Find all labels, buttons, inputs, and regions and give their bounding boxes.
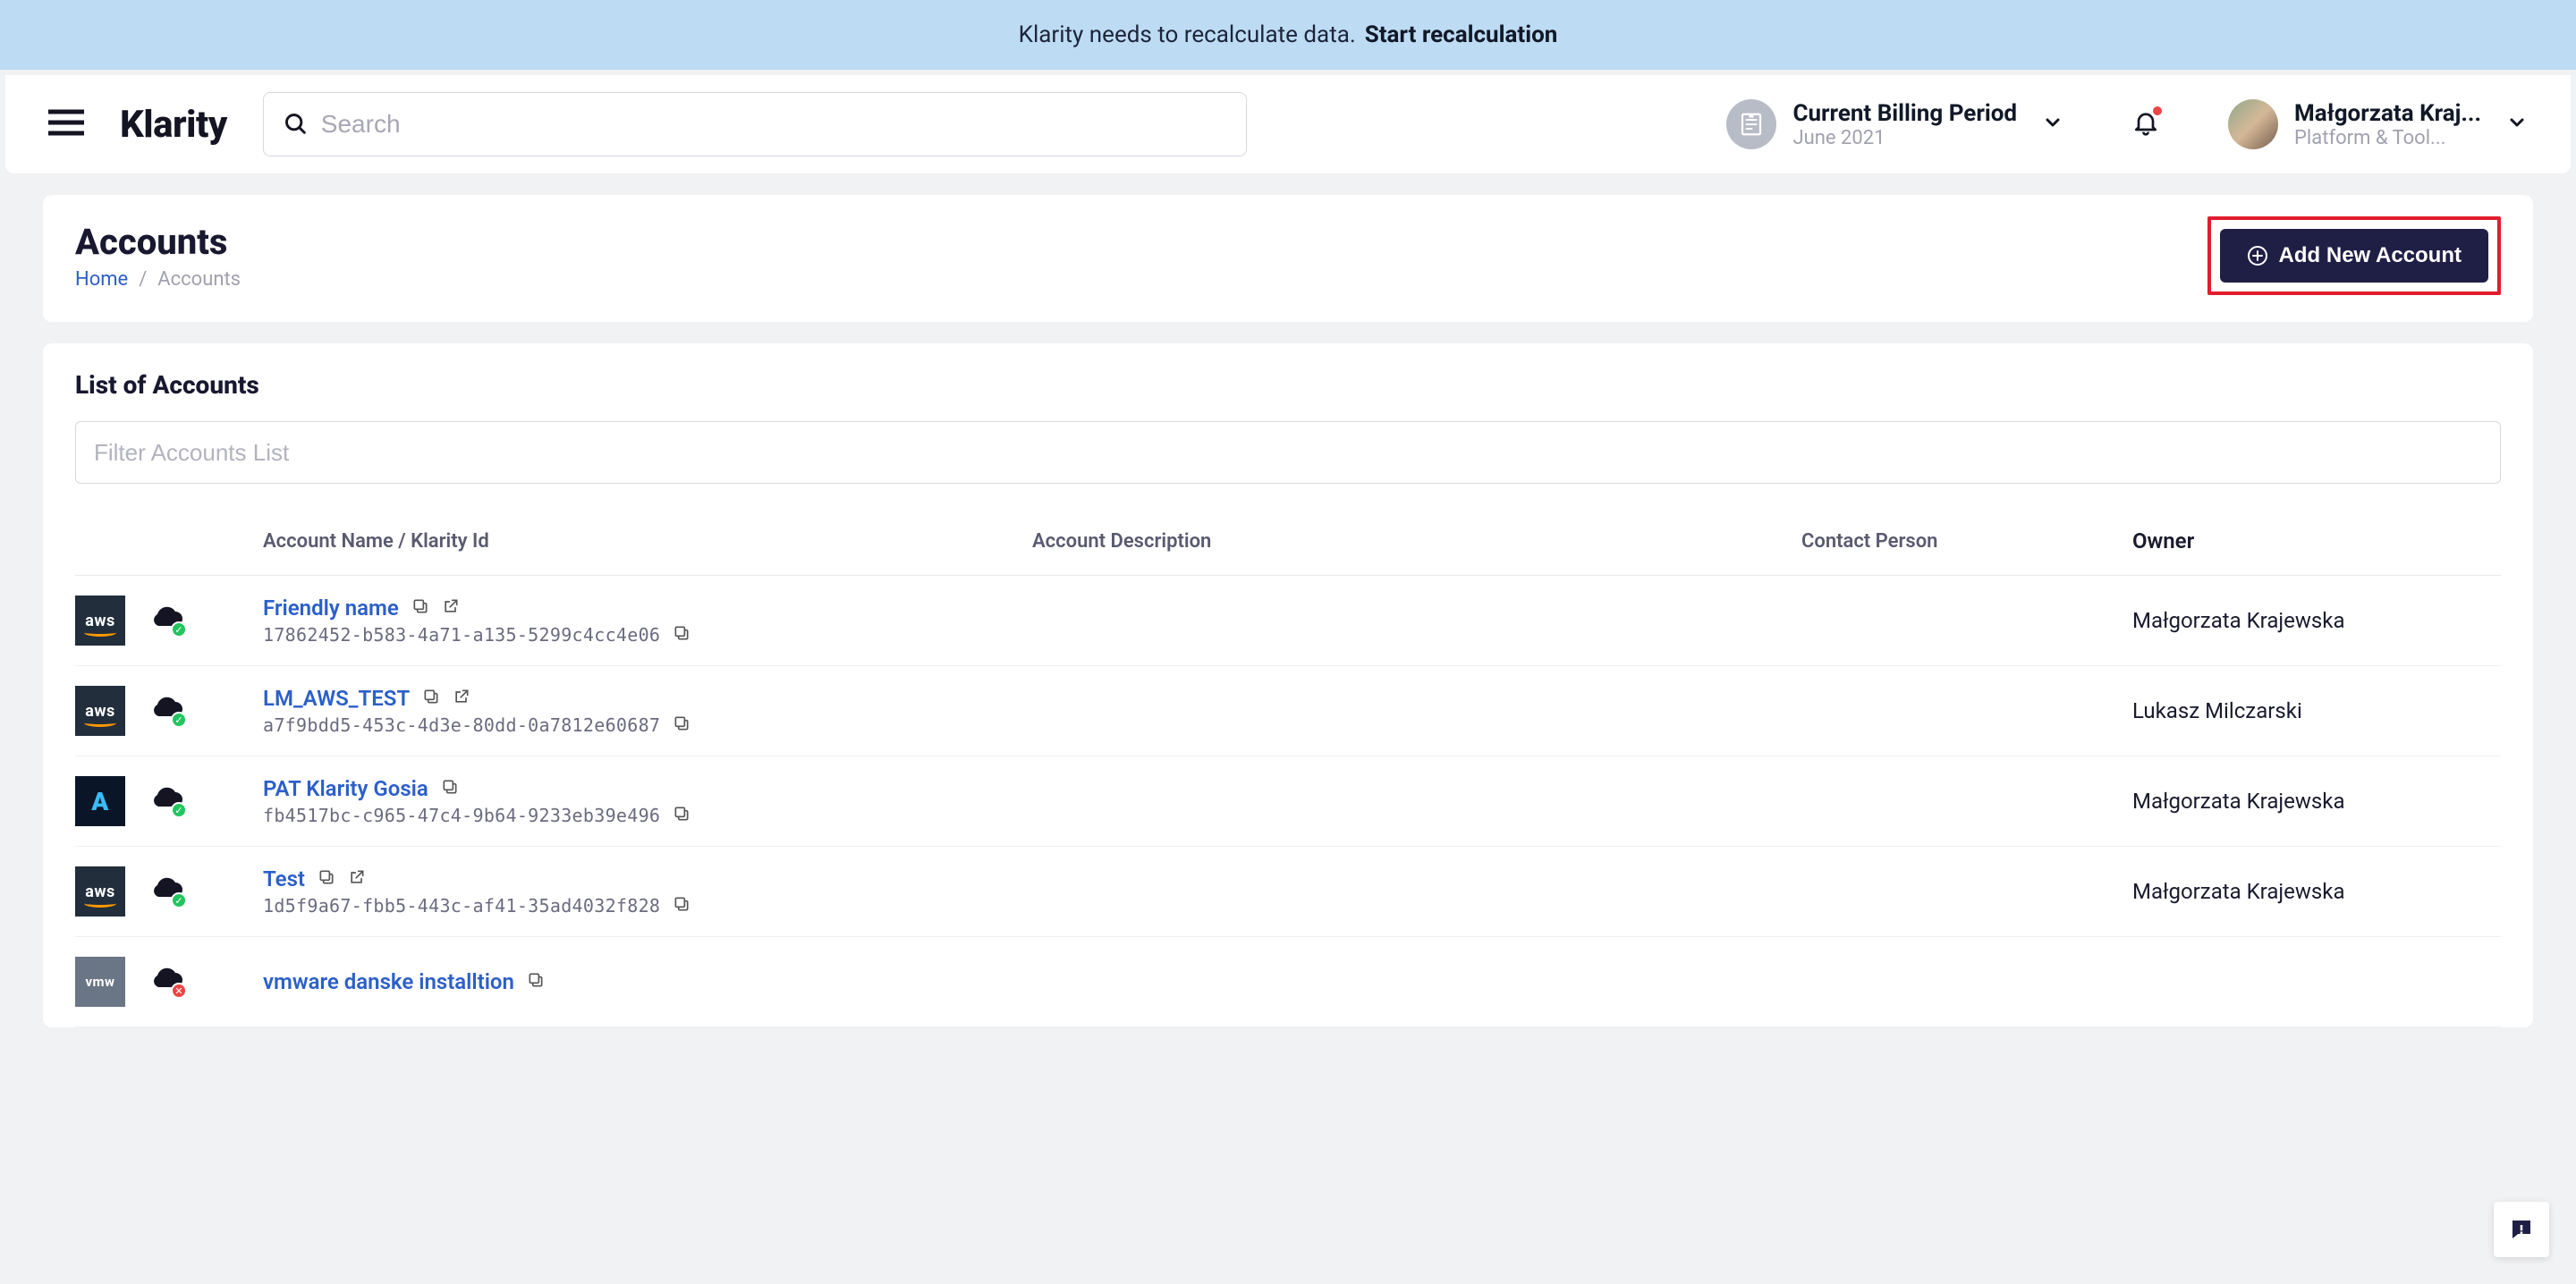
account-id: 1d5f9a67-fbb5-443c-af41-35ad4032f828: [263, 895, 660, 917]
recalculate-banner: Klarity needs to recalculate data. Start…: [0, 0, 2576, 70]
cloud-status-icon: ✓: [148, 877, 184, 906]
account-owner: Lukasz Milczarski: [2132, 698, 2501, 723]
cloud-status-icon: ✕: [148, 967, 184, 996]
accounts-list-card: List of Accounts Account Name / Klarity …: [43, 343, 2533, 1027]
external-link-icon[interactable]: [453, 688, 470, 709]
billing-icon: [1726, 99, 1776, 149]
external-link-icon[interactable]: [442, 597, 460, 619]
account-name-link[interactable]: Test: [263, 866, 305, 891]
chevron-down-icon: [2506, 112, 2528, 137]
user-menu[interactable]: Małgorzata Kraj... Platform & Tool...: [2228, 99, 2528, 149]
table-row: A ✓ PAT Klarity Gosia fb4517bc-c965-47c4-9b…: [75, 756, 2501, 847]
provider-azure-icon: A: [75, 776, 125, 826]
page-title: Accounts: [75, 221, 241, 263]
billing-title: Current Billing Period: [1792, 100, 2017, 127]
search-input[interactable]: [321, 110, 1226, 139]
highlight-outline: Add New Account: [2207, 216, 2501, 295]
list-title: List of Accounts: [75, 370, 2501, 400]
account-name-link[interactable]: Friendly name: [263, 596, 399, 621]
user-name: Małgorzata Kraj...: [2294, 100, 2481, 127]
col-desc: Account Description: [1032, 530, 1801, 553]
external-link-icon[interactable]: [348, 868, 366, 890]
search-icon: [284, 112, 309, 137]
chat-icon: [2508, 1216, 2535, 1243]
chevron-down-icon: [2042, 112, 2063, 137]
brand-logo: Klarity: [120, 103, 227, 147]
copy-id-icon[interactable]: [673, 805, 691, 826]
cloud-status-icon: ✓: [148, 606, 184, 635]
breadcrumb-home[interactable]: Home: [75, 268, 128, 291]
breadcrumb: Home / Accounts: [75, 268, 241, 291]
breadcrumb-current: Accounts: [157, 268, 241, 291]
notification-dot-icon: [2153, 106, 2162, 115]
copy-id-icon[interactable]: [673, 624, 691, 646]
copy-name-icon[interactable]: [411, 597, 429, 619]
account-name-link[interactable]: vmware danske installtion: [263, 969, 514, 994]
table-row: aws ✓ Friendly name 17862452-b583-4a71-a135…: [75, 576, 2501, 666]
user-org: Platform & Tool...: [2294, 127, 2481, 149]
copy-name-icon[interactable]: [422, 688, 440, 709]
search-input-wrap[interactable]: [263, 92, 1247, 156]
accounts-table: Account Name / Klarity Id Account Descri…: [75, 493, 2501, 1027]
plus-circle-icon: [2247, 245, 2268, 266]
provider-vmware-icon: vmw: [75, 957, 125, 1007]
breadcrumb-sep: /: [139, 268, 147, 291]
provider-aws-icon: aws: [75, 686, 125, 736]
avatar: [2228, 99, 2278, 149]
copy-name-icon[interactable]: [318, 868, 335, 890]
cloud-status-icon: ✓: [148, 697, 184, 725]
notifications-button[interactable]: [2131, 108, 2160, 140]
account-id: fb4517bc-c965-47c4-9b64-9233eb39e496: [263, 805, 660, 826]
copy-id-icon[interactable]: [673, 895, 691, 917]
app-header: Klarity Current Billing Period June 2021…: [5, 75, 2571, 173]
cloud-status-icon: ✓: [148, 787, 184, 815]
page-header: Accounts Home / Accounts Add New Account: [43, 195, 2533, 322]
account-owner: Małgorzata Krajewska: [2132, 789, 2501, 814]
table-row: vmw ✕ vmware danske installtion: [75, 937, 2501, 1027]
menu-toggle-icon[interactable]: [48, 109, 84, 139]
copy-name-icon[interactable]: [527, 971, 545, 993]
chat-fab[interactable]: [2494, 1202, 2549, 1257]
provider-aws-icon: aws: [75, 866, 125, 917]
table-row: aws ✓ LM_AWS_TEST a7f9bdd5-453c-4d3e-80dd-0…: [75, 666, 2501, 756]
banner-action[interactable]: Start recalculation: [1365, 21, 1558, 48]
billing-period-selector[interactable]: Current Billing Period June 2021: [1726, 99, 2063, 149]
account-id: 17862452-b583-4a71-a135-5299c4cc4e06: [263, 624, 660, 646]
account-name-link[interactable]: PAT Klarity Gosia: [263, 776, 428, 801]
account-name-link[interactable]: LM_AWS_TEST: [263, 686, 410, 711]
banner-message: Klarity needs to recalculate data.: [1019, 21, 1356, 48]
account-id: a7f9bdd5-453c-4d3e-80dd-0a7812e60687: [263, 714, 660, 736]
account-owner: Małgorzata Krajewska: [2132, 879, 2501, 904]
filter-input[interactable]: [75, 421, 2501, 484]
table-row: aws ✓ Test 1d5f9a67-fbb5-443c-af41-35ad4032…: [75, 847, 2501, 937]
copy-id-icon[interactable]: [673, 714, 691, 736]
provider-aws-icon: aws: [75, 596, 125, 646]
copy-name-icon[interactable]: [441, 778, 459, 799]
col-owner: Owner: [2132, 528, 2501, 553]
table-header-row: Account Name / Klarity Id Account Descri…: [75, 493, 2501, 576]
col-name: Account Name / Klarity Id: [263, 530, 1032, 553]
billing-value: June 2021: [1792, 127, 2017, 149]
col-contact: Contact Person: [1801, 530, 2132, 553]
add-account-button[interactable]: Add New Account: [2220, 229, 2488, 283]
account-owner: Małgorzata Krajewska: [2132, 608, 2501, 633]
